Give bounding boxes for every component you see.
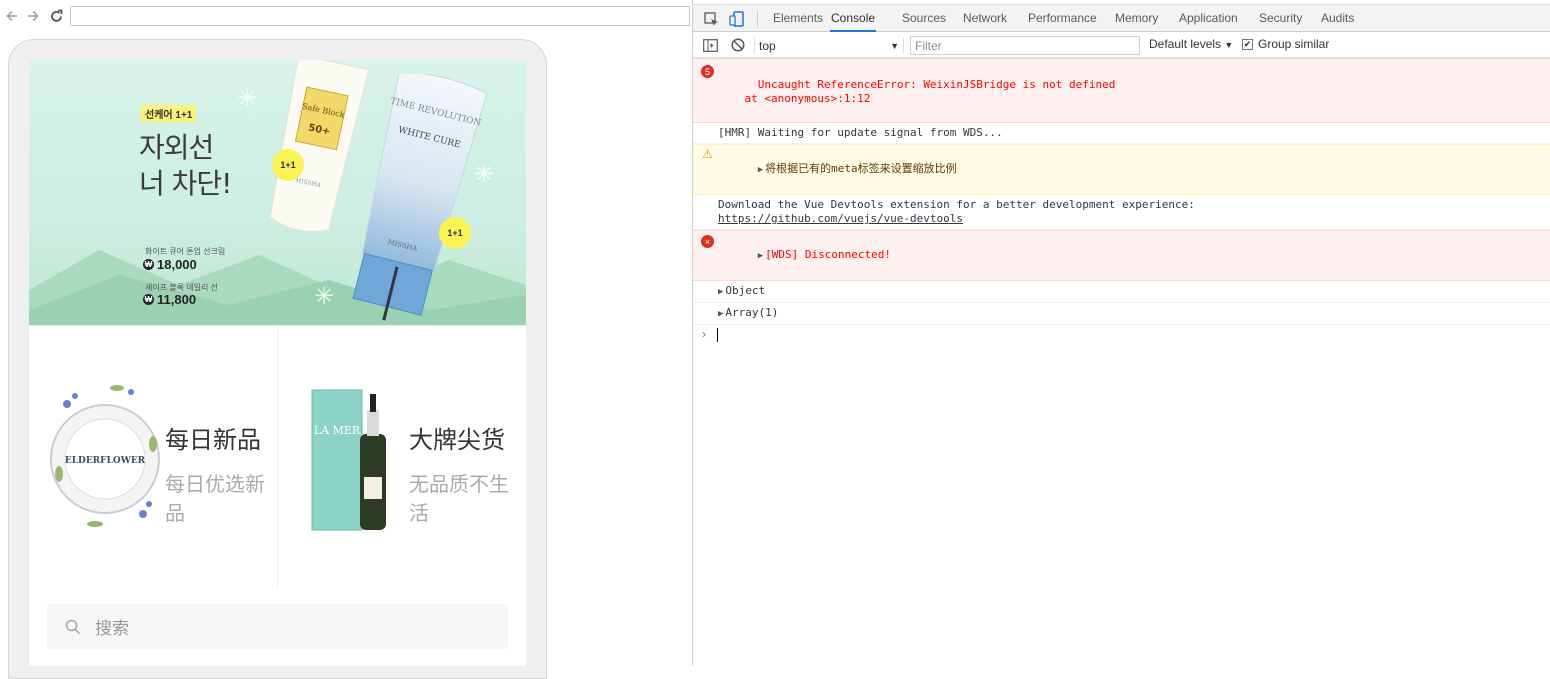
log-levels-dropdown[interactable]: Default levels ▼ <box>1149 37 1233 51</box>
console-filter-input[interactable] <box>910 36 1140 55</box>
console-error-message[interactable]: × ▶ [WDS] Disconnected! <box>693 230 1550 281</box>
tab-elements[interactable]: Elements <box>772 5 824 32</box>
log-levels-value: Default levels <box>1149 37 1222 51</box>
tab-network[interactable]: Network <box>962 5 1008 32</box>
console-object-message[interactable]: ▶ Object <box>693 281 1550 303</box>
lamer-product-image: LA MER <box>311 389 386 531</box>
clear-console-button[interactable] <box>729 36 747 54</box>
promo-banner[interactable]: ✳ ✳ ✳ 선케어 1+1 자외선 너 차단! 화이트 큐어 톤업 선크림 ₩ … <box>29 60 526 325</box>
arrow-right-icon <box>28 10 39 22</box>
console-messages: 5 Uncaught ReferenceError: WeixinJSBridge… <box>693 58 1550 345</box>
checkbox-checked-icon: ✔ <box>1242 38 1253 50</box>
category-new-arrivals[interactable]: ELDERFLOWER 每日新品 每日优选新品 <box>29 326 277 588</box>
toolbar-divider <box>754 38 755 53</box>
browser-pane: ✳ ✳ ✳ 선케어 1+1 자외선 너 차단! 화이트 큐어 톤업 선크림 ₩ … <box>0 0 692 679</box>
group-similar-label: Group similar <box>1258 37 1330 51</box>
one-plus-one-badge: 1+1 <box>272 149 304 181</box>
console-log-message[interactable]: [HMR] Waiting for update signal from WDS… <box>693 123 1550 144</box>
browser-nav-bar <box>0 4 692 28</box>
toolbar-divider <box>757 11 758 27</box>
tab-sources[interactable]: Sources <box>901 5 947 32</box>
dropdown-arrow-icon: ▼ <box>1224 40 1234 50</box>
back-button[interactable] <box>3 7 21 25</box>
expand-triangle-icon[interactable]: ▶ <box>758 163 763 177</box>
toolbar-divider <box>903 38 904 53</box>
address-bar-input[interactable] <box>70 6 690 26</box>
search-icon <box>65 619 81 634</box>
reload-icon <box>50 9 62 22</box>
toneup-tube-image: TIME REVOLUTION WHITE CURE MISSHA <box>352 74 488 321</box>
category-title: 大牌尖货 <box>409 426 505 454</box>
tab-application[interactable]: Application <box>1178 5 1239 32</box>
category-top-brands[interactable]: LA MER 大牌尖货 无品质不生活 <box>278 326 526 588</box>
console-array-message[interactable]: ▶ Array(1) <box>693 303 1550 325</box>
console-warning-message[interactable]: ⚠ ▶ 将根据已有的meta标签来设置缩放比例 <box>693 144 1550 195</box>
console-log-message[interactable]: Download the Vue Devtools extension for … <box>693 195 1550 230</box>
expand-triangle-icon[interactable]: ▶ <box>718 307 723 321</box>
device-mode-icon <box>728 11 744 27</box>
tab-console[interactable]: Console <box>830 5 877 32</box>
mobile-viewport: ✳ ✳ ✳ 선케어 1+1 자외선 너 차단! 화이트 큐어 톤업 선크림 ₩ … <box>29 60 526 666</box>
show-sidebar-button[interactable] <box>701 36 719 54</box>
search-placeholder: 搜索 <box>95 619 129 638</box>
tab-performance[interactable]: Performance <box>1027 5 1098 32</box>
price2-value: 11,800 <box>157 292 197 307</box>
price2: ₩ 11,800 <box>143 292 196 307</box>
dropdown-arrow-icon: ▼ <box>890 40 899 51</box>
elderflower-product-image: ELDERFLOWER <box>50 385 160 527</box>
banner-title-line1: 자외선 <box>139 131 214 164</box>
group-similar-checkbox[interactable]: ✔ Group similar <box>1242 37 1329 51</box>
tab-security[interactable]: Security <box>1258 5 1303 32</box>
log-text: Array(1) <box>725 306 779 319</box>
prompt-chevron-icon: › <box>702 327 706 341</box>
inspect-icon <box>703 11 718 26</box>
product-categories: ELDERFLOWER 每日新品 每日优选新品 LA MER 大牌尖货 无品质不… <box>29 325 526 588</box>
sparkle-icon: ✳ <box>237 85 258 112</box>
error-text: Uncaught ReferenceError: WeixinJSBridge … <box>757 78 1116 91</box>
warning-text: 将根据已有的meta标签来设置缩放比例 <box>765 162 957 175</box>
error-circle-icon: × <box>701 235 714 248</box>
category-subtitle: 无品质不生活 <box>409 472 509 525</box>
category-subtitle: 每日优选新品 <box>165 472 265 525</box>
devtools-tab-bar: Elements Console Sources Network Perform… <box>693 4 1550 32</box>
context-selector[interactable]: top ▼ <box>759 37 899 54</box>
category-title: 每日新品 <box>165 426 261 454</box>
search-input[interactable]: 搜索 <box>47 604 508 649</box>
tab-memory[interactable]: Memory <box>1114 5 1159 32</box>
arrow-left-icon <box>6 10 17 22</box>
reload-button[interactable] <box>47 7 65 25</box>
expand-triangle-icon[interactable]: ▶ <box>758 249 763 263</box>
expand-triangle-icon[interactable]: ▶ <box>718 285 723 299</box>
price1-value: 18,000 <box>157 257 197 272</box>
context-value: top <box>759 38 776 53</box>
text-caret <box>717 328 718 342</box>
forward-button[interactable] <box>24 7 42 25</box>
banner-title-line2: 너 차단! <box>139 167 232 200</box>
lamer-label: LA MER <box>314 424 361 437</box>
log-text: Object <box>725 284 766 297</box>
device-toolbar-button[interactable] <box>727 10 745 28</box>
won-icon: ₩ <box>143 259 154 270</box>
log-text: Download the Vue Devtools extension for … <box>718 198 1195 211</box>
tab-audits[interactable]: Audits <box>1320 5 1355 32</box>
error-count-badge: 5 <box>701 65 714 78</box>
console-error-message[interactable]: 5 Uncaught ReferenceError: WeixinJSBridge… <box>693 58 1550 123</box>
promo-tag: 선케어 1+1 <box>141 105 197 122</box>
elderflower-label: ELDERFLOWER <box>65 456 146 466</box>
error-stack: at <anonymous>:1:12 <box>718 92 871 105</box>
warning-icon: ⚠ <box>702 146 713 161</box>
console-prompt-input[interactable]: › <box>693 325 1550 345</box>
block-icon <box>731 38 745 52</box>
one-plus-one-badge: 1+1 <box>439 217 471 249</box>
vue-devtools-link[interactable]: https://github.com/vuejs/vue-devtools <box>718 212 963 225</box>
price1: ₩ 18,000 <box>143 257 197 272</box>
console-toolbar: top ▼ Default levels ▼ ✔ Group similar <box>693 33 1550 58</box>
devtools-panel: Elements Console Sources Network Perform… <box>692 0 1550 666</box>
log-text: [HMR] Waiting for update signal from WDS… <box>718 126 1003 139</box>
error-text: [WDS] Disconnected! <box>765 248 892 261</box>
sidebar-toggle-icon <box>702 38 718 52</box>
won-icon: ₩ <box>143 294 154 305</box>
inspect-element-button[interactable] <box>702 10 720 28</box>
price1-label: 화이트 큐어 톤업 선크림 <box>145 247 226 256</box>
